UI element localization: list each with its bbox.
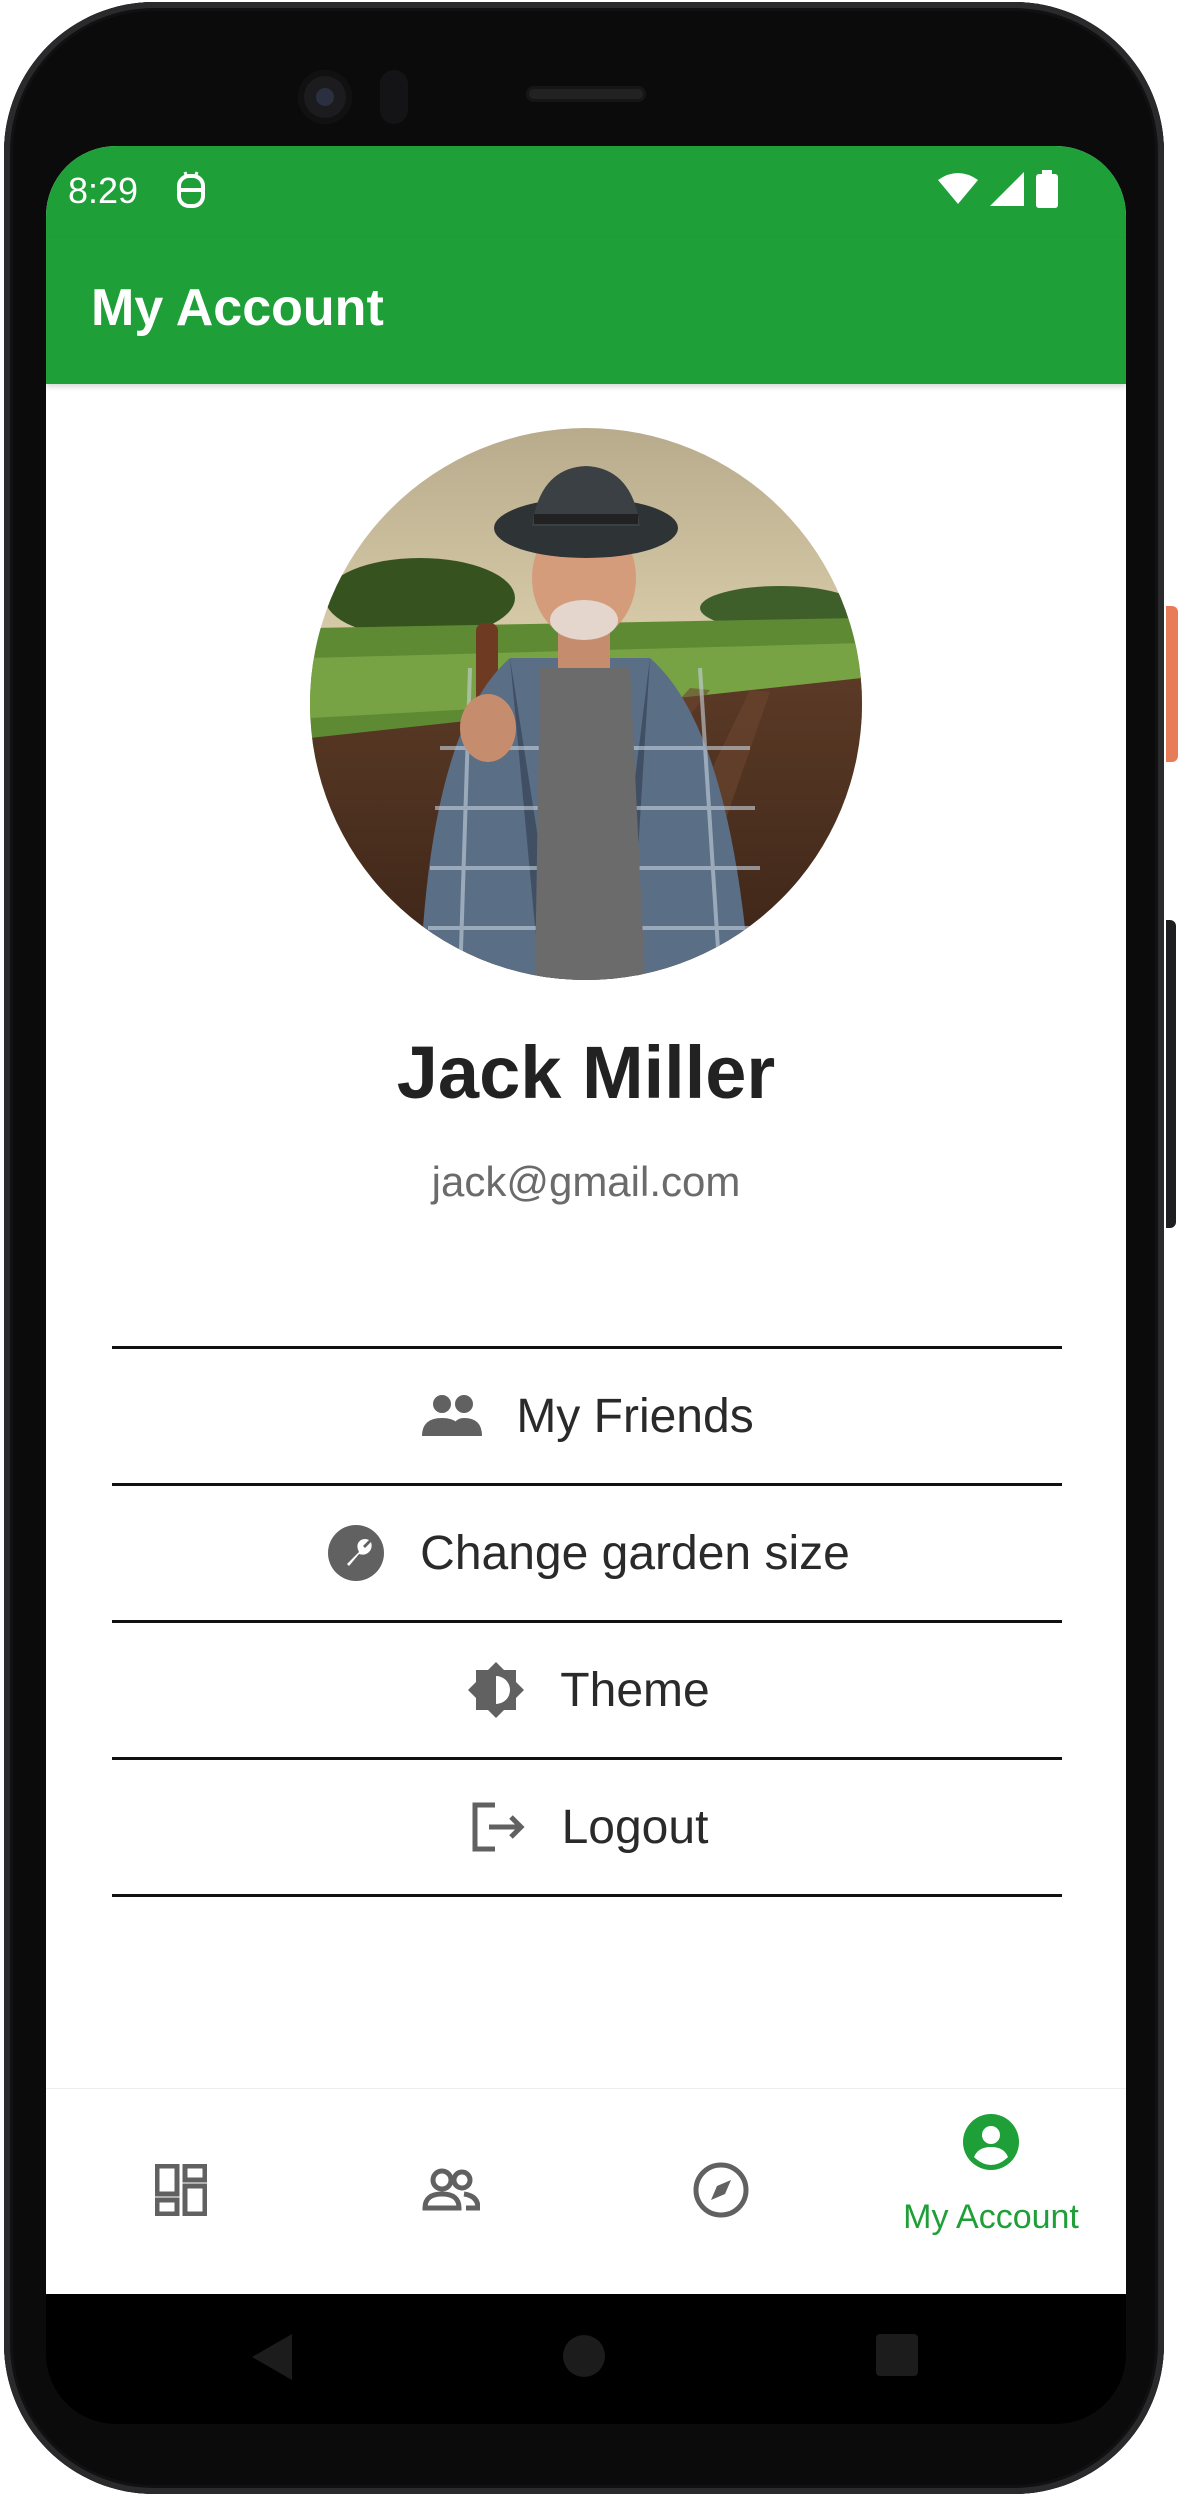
nav-item-label: My Account	[903, 2198, 1079, 2236]
screen: 8:29 My Account Jack Miller jack@gmail.c…	[46, 146, 1126, 2294]
profile-name: Jack Miller	[396, 1031, 776, 1114]
earpiece-speaker	[526, 86, 646, 102]
dashboard-icon	[154, 2163, 208, 2221]
battery-icon	[1036, 170, 1058, 213]
power-button	[1166, 606, 1178, 762]
nav-item-explore[interactable]	[586, 2089, 856, 2294]
menu-item-label: Logout	[561, 1800, 709, 1854]
menu-item-change-garden-size[interactable]: Change garden size	[112, 1486, 1062, 1623]
menu-item-label: Theme	[560, 1663, 710, 1717]
nav-item-dashboard[interactable]	[46, 2089, 316, 2294]
brightness-icon	[464, 1658, 528, 1722]
status-bar: 8:29	[46, 146, 1126, 238]
compass-icon	[693, 2162, 749, 2223]
app-bar: My Account	[46, 238, 1126, 384]
account-menu: My Friends Change garden size Theme Logo…	[112, 1346, 1062, 1897]
logout-icon	[466, 1795, 530, 1859]
menu-item-my-friends[interactable]: My Friends	[112, 1349, 1062, 1486]
status-icons	[938, 170, 1058, 213]
phone-frame: 8:29 My Account Jack Miller jack@gmail.c…	[0, 0, 1178, 2498]
wrench-icon	[324, 1521, 388, 1585]
recents-icon[interactable]	[876, 2334, 918, 2381]
front-camera	[298, 70, 352, 124]
proximity-sensor	[380, 70, 408, 124]
nav-item-my-account[interactable]: My Account	[856, 2089, 1126, 2294]
menu-item-theme[interactable]: Theme	[112, 1623, 1062, 1760]
home-icon[interactable]	[562, 2334, 606, 2383]
people-icon	[422, 2168, 481, 2217]
nav-item-friends[interactable]	[316, 2089, 586, 2294]
notification-robot-icon	[174, 170, 208, 210]
cellular-signal-icon	[990, 172, 1024, 211]
people-icon	[420, 1384, 484, 1448]
profile-email: jack@gmail.com	[431, 1158, 741, 1205]
page-title: My Account	[91, 279, 384, 337]
menu-item-logout[interactable]: Logout	[112, 1760, 1062, 1897]
account-circle-icon	[962, 2113, 1020, 2176]
menu-item-label: My Friends	[516, 1389, 754, 1443]
volume-button	[1166, 920, 1176, 1228]
profile-avatar	[310, 428, 862, 980]
menu-item-label: Change garden size	[420, 1526, 850, 1580]
back-icon[interactable]	[252, 2334, 294, 2385]
status-time: 8:29	[68, 170, 139, 211]
system-navigation-bar	[46, 2294, 1126, 2424]
wifi-icon	[938, 172, 978, 211]
bottom-navigation: My Account	[46, 2088, 1126, 2294]
